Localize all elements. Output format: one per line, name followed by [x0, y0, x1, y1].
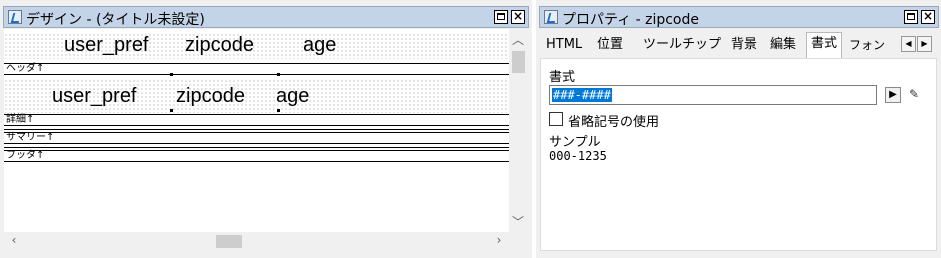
divider	[4, 147, 509, 148]
sample-label: サンプル	[549, 135, 601, 150]
section-summary-label[interactable]: サマリー↑	[4, 132, 509, 144]
divider	[4, 129, 509, 130]
maximize-icon[interactable]	[904, 10, 918, 24]
horizontal-scrollbar[interactable]: ‹ ›	[4, 232, 509, 250]
detail-field-user-pref[interactable]: user_pref	[52, 85, 137, 108]
close-icon[interactable]: ×	[921, 10, 935, 24]
property-window: プロパティ - zipcode × HTML 位置 ツールチップ 背景 編集 書…	[536, 0, 941, 258]
property-tabs: HTML 位置 ツールチップ 背景 編集 書式 フォン ◀ ▶	[540, 32, 937, 58]
section-header-label[interactable]: ヘッダ↑	[4, 63, 509, 75]
horizontal-scroll-thumb[interactable]	[216, 235, 242, 248]
tab-position[interactable]: 位置	[597, 34, 623, 56]
design-titlebar[interactable]: デザイン - (タイトル未設定) ×	[3, 6, 529, 28]
tab-tooltip[interactable]: ツールチップ	[643, 34, 721, 56]
abbrev-checkbox[interactable]	[549, 112, 563, 126]
field-marker	[170, 73, 173, 76]
tab-font[interactable]: フォン	[849, 34, 885, 56]
format-input[interactable]: ###-####	[549, 85, 877, 105]
maximize-icon[interactable]	[494, 10, 508, 24]
vertical-scroll-thumb[interactable]	[512, 51, 525, 73]
tab-background[interactable]: 背景	[731, 34, 757, 56]
scroll-up-icon[interactable]: ︿	[510, 31, 526, 48]
property-title: プロパティ - zipcode	[562, 12, 699, 28]
close-icon[interactable]: ×	[511, 10, 525, 24]
sample-value: 000-1235	[549, 149, 607, 163]
scroll-right-icon[interactable]: ›	[491, 233, 507, 247]
edit-icon[interactable]: ✎	[906, 87, 922, 103]
detail-field-age[interactable]: age	[276, 85, 309, 108]
header-field-user-pref[interactable]: user_pref	[64, 34, 149, 57]
abbrev-label[interactable]: 省略記号の使用	[568, 111, 659, 130]
tab-html[interactable]: HTML	[546, 34, 582, 56]
header-field-zipcode[interactable]: zipcode	[185, 34, 254, 57]
tab-scroll-right-icon[interactable]: ▶	[917, 36, 932, 52]
section-footer-label[interactable]: フッタ↑	[4, 150, 509, 162]
design-canvas[interactable]: user_pref zipcode age ヘッダ↑ user_pref zip…	[4, 29, 509, 233]
window-icon	[544, 10, 558, 24]
tab-edit[interactable]: 編集	[770, 34, 796, 56]
header-field-age[interactable]: age	[303, 34, 336, 57]
scroll-down-icon[interactable]: ﹀	[510, 213, 526, 230]
field-marker	[277, 109, 280, 112]
detail-field-zipcode[interactable]: zipcode	[176, 85, 245, 108]
format-panel: 書式 ###-#### ▶ ✎ 省略記号の使用 サンプル 000-1235	[540, 58, 937, 251]
arrow-right-icon[interactable]: ▶	[885, 87, 901, 103]
design-title: デザイン - (タイトル未設定)	[26, 12, 205, 28]
window-icon	[8, 10, 22, 24]
section-detail-label[interactable]: 詳細↑	[4, 114, 509, 126]
field-marker	[170, 109, 173, 112]
tab-scroll-left-icon[interactable]: ◀	[901, 36, 916, 52]
vertical-scrollbar[interactable]: ︿ ﹀	[509, 29, 527, 232]
design-window: デザイン - (タイトル未設定) × user_pref zipcode age…	[0, 0, 532, 258]
detail-band[interactable]: user_pref zipcode age	[4, 79, 509, 113]
tab-format[interactable]: 書式	[806, 32, 843, 58]
property-titlebar[interactable]: プロパティ - zipcode ×	[539, 6, 939, 28]
field-marker	[277, 73, 280, 76]
header-band[interactable]: user_pref zipcode age	[4, 33, 509, 59]
format-input-value: ###-####	[552, 88, 612, 102]
format-label: 書式	[549, 70, 576, 85]
scroll-left-icon[interactable]: ‹	[6, 233, 22, 247]
